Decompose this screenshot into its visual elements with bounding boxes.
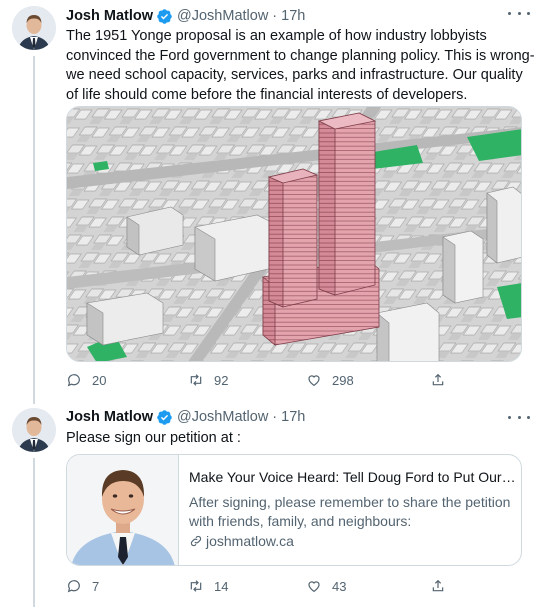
link-preview-image xyxy=(67,455,179,565)
tweet-header: Josh Matlow @JoshMatlow · 17h xyxy=(66,407,305,427)
share-button[interactable] xyxy=(430,370,446,390)
share-button[interactable] xyxy=(430,576,446,596)
heart-icon xyxy=(308,375,320,387)
share-icon xyxy=(432,579,444,592)
like-count: 43 xyxy=(332,578,347,594)
author-handle[interactable]: @JoshMatlow xyxy=(177,8,268,24)
like-button[interactable]: 43 xyxy=(306,576,346,596)
verified-badge-icon xyxy=(157,409,172,425)
separator-dot: · xyxy=(272,409,278,425)
share-icon xyxy=(432,373,444,386)
retweet-button[interactable]: 92 xyxy=(188,370,228,390)
retweet-icon xyxy=(190,580,202,592)
tweet-text: The 1951 Yonge proposal is an example of… xyxy=(66,28,535,103)
heart-icon xyxy=(308,581,320,593)
reply-count: 20 xyxy=(92,372,107,388)
tweet-actions: 7 14 43 xyxy=(66,576,466,596)
tweet-header: Josh Matlow @JoshMatlow · 17h xyxy=(66,6,305,26)
link-preview-body: Make Your Voice Heard: Tell Doug Ford to… xyxy=(179,455,521,565)
author-handle[interactable]: @JoshMatlow xyxy=(177,409,268,425)
avatar[interactable] xyxy=(12,408,56,452)
like-button[interactable]: 298 xyxy=(306,370,354,390)
link-preview-title: Make Your Voice Heard: Tell Doug Ford to… xyxy=(189,469,519,485)
retweet-icon xyxy=(190,374,202,386)
reply-icon xyxy=(67,374,80,387)
tweet-media-image[interactable] xyxy=(66,106,522,362)
link-preview-card[interactable]: Make Your Voice Heard: Tell Doug Ford to… xyxy=(66,454,522,566)
timestamp[interactable]: 17h xyxy=(281,8,305,24)
author-name[interactable]: Josh Matlow xyxy=(66,409,153,425)
link-preview-domain: joshmatlow.ca xyxy=(189,533,509,549)
author-name[interactable]: Josh Matlow xyxy=(66,8,153,24)
reply-button[interactable]: 20 xyxy=(66,370,106,390)
more-options-icon[interactable] xyxy=(508,8,530,18)
tweet-actions: 20 92 298 xyxy=(66,370,466,390)
tweet-1[interactable]: Josh Matlow @JoshMatlow · 17h The 1951 Y… xyxy=(0,0,550,400)
more-options-icon[interactable] xyxy=(508,412,530,422)
link-icon xyxy=(190,535,202,547)
link-preview-description: After signing, please remember to share … xyxy=(189,494,511,529)
link-domain-text: joshmatlow.ca xyxy=(206,533,294,549)
retweet-count: 92 xyxy=(214,372,229,388)
3d-building-render-icon xyxy=(67,107,521,361)
reply-count: 7 xyxy=(92,578,100,594)
reply-icon xyxy=(67,580,80,593)
avatar[interactable] xyxy=(12,6,56,50)
verified-badge-icon xyxy=(157,8,172,24)
tweet-text: Please sign our petition at : xyxy=(66,430,241,446)
retweet-button[interactable]: 14 xyxy=(188,576,228,596)
retweet-count: 14 xyxy=(214,578,229,594)
separator-dot: · xyxy=(272,8,278,24)
reply-button[interactable]: 7 xyxy=(66,576,99,596)
timestamp[interactable]: 17h xyxy=(281,409,305,425)
like-count: 298 xyxy=(332,372,354,388)
